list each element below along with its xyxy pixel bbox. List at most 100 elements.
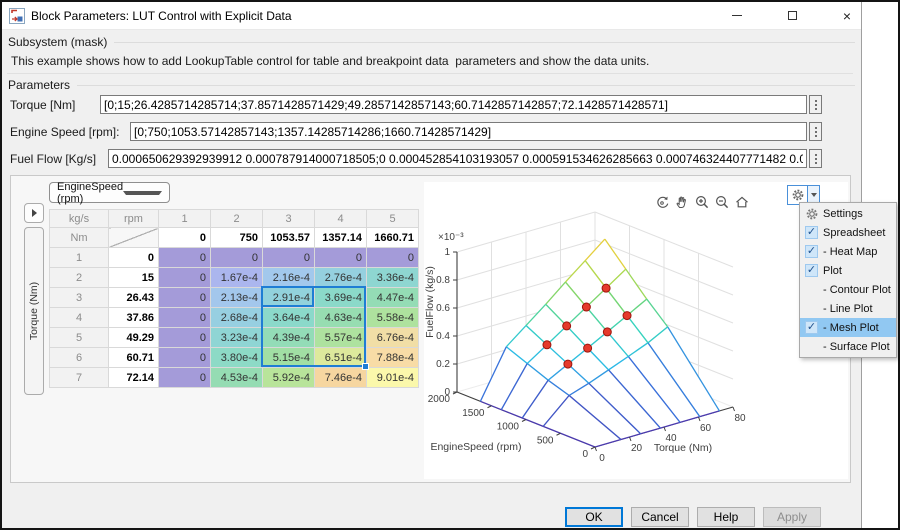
menu-item-line-plot[interactable]: - Line Plot bbox=[800, 299, 896, 318]
help-button[interactable]: Help bbox=[697, 507, 755, 527]
lut-value-cell[interactable]: 2.68e-4 bbox=[211, 308, 263, 328]
torque-axis-tab[interactable]: Torque (Nm) bbox=[24, 227, 44, 395]
lut-control-panel: Torque (Nm) EngineSpeed (rpm) kg/srpm123… bbox=[10, 175, 851, 483]
speed-breakpoint-cell[interactable]: 1357.14 bbox=[315, 228, 367, 248]
speed-breakpoint-cell[interactable]: 1053.57 bbox=[263, 228, 315, 248]
torque-breakpoint-cell[interactable]: 0 bbox=[109, 248, 159, 268]
menu-item-contour-plot[interactable]: - Contour Plot bbox=[800, 280, 896, 299]
fuel-flow-input[interactable] bbox=[108, 149, 807, 168]
torque-breakpoint-cell[interactable]: 60.71 bbox=[109, 348, 159, 368]
lut-value-cell[interactable]: 2.16e-4 bbox=[263, 268, 315, 288]
lut-value-cell[interactable]: 0 bbox=[211, 248, 263, 268]
menu-item-spreadsheet[interactable]: ✓Spreadsheet bbox=[800, 223, 896, 242]
menu-item-surface-plot[interactable]: - Surface Plot bbox=[800, 337, 896, 356]
speed-breakpoint-cell[interactable]: 0 bbox=[159, 228, 211, 248]
minimize-button[interactable] bbox=[721, 3, 753, 28]
lut-value-cell[interactable]: 0 bbox=[159, 348, 211, 368]
lut-value-cell[interactable]: 0 bbox=[263, 248, 315, 268]
lut-value-cell[interactable]: 0 bbox=[159, 288, 211, 308]
minimize-icon bbox=[732, 15, 742, 16]
pan-icon[interactable] bbox=[674, 194, 690, 215]
lut-value-cell[interactable]: 6.76e-4 bbox=[367, 328, 419, 348]
row-number-header[interactable]: 1 bbox=[50, 248, 109, 268]
engine-speed-edit-button[interactable] bbox=[809, 122, 822, 141]
column-number-header[interactable]: 2 bbox=[211, 210, 263, 228]
column-number-header[interactable]: 5 bbox=[367, 210, 419, 228]
column-axis-dropdown[interactable]: EngineSpeed (rpm) bbox=[49, 182, 170, 203]
settings-menu: Settings✓Spreadsheet✓- Heat Map✓Plot- Co… bbox=[799, 202, 897, 358]
lut-value-cell[interactable]: 0 bbox=[367, 248, 419, 268]
torque-input[interactable] bbox=[100, 95, 807, 114]
speed-breakpoint-cell[interactable]: 1660.71 bbox=[367, 228, 419, 248]
diagonal-corner-cell bbox=[109, 228, 159, 248]
row-number-header[interactable]: 4 bbox=[50, 308, 109, 328]
lut-value-cell[interactable]: 0 bbox=[159, 268, 211, 288]
lut-value-cell[interactable]: 5.58e-4 bbox=[367, 308, 419, 328]
lut-value-cell[interactable]: 5.92e-4 bbox=[263, 368, 315, 388]
lut-value-cell[interactable]: 5.57e-4 bbox=[315, 328, 367, 348]
lut-value-cell[interactable]: 0 bbox=[159, 248, 211, 268]
row-number-header[interactable]: 6 bbox=[50, 348, 109, 368]
torque-breakpoint-cell[interactable]: 26.43 bbox=[109, 288, 159, 308]
lut-value-cell[interactable]: 3.36e-4 bbox=[367, 268, 419, 288]
close-button[interactable]: × bbox=[831, 3, 863, 28]
zoom-out-icon[interactable] bbox=[714, 194, 730, 215]
lut-value-cell[interactable]: 3.23e-4 bbox=[211, 328, 263, 348]
rotate-3d-icon[interactable] bbox=[654, 194, 670, 215]
lut-value-cell[interactable]: 1.67e-4 bbox=[211, 268, 263, 288]
lut-value-cell[interactable]: 0 bbox=[315, 248, 367, 268]
menu-item-heat-map[interactable]: ✓- Heat Map bbox=[800, 242, 896, 261]
column-number-header[interactable]: 1 bbox=[159, 210, 211, 228]
lut-value-cell[interactable]: 2.91e-4 bbox=[263, 288, 315, 308]
home-icon[interactable] bbox=[734, 194, 750, 215]
lut-value-cell[interactable]: 3.64e-4 bbox=[263, 308, 315, 328]
speed-breakpoint-cell[interactable]: 750 bbox=[211, 228, 263, 248]
simulink-block-icon bbox=[9, 8, 25, 24]
lut-value-cell[interactable]: 4.63e-4 bbox=[315, 308, 367, 328]
column-number-header[interactable]: 4 bbox=[315, 210, 367, 228]
column-number-header[interactable]: 3 bbox=[263, 210, 315, 228]
menu-item-mesh-plot[interactable]: ✓- Mesh Plot bbox=[800, 318, 896, 337]
lut-value-cell[interactable]: 6.51e-4 bbox=[315, 348, 367, 368]
lut-value-cell[interactable]: 3.69e-4 bbox=[315, 288, 367, 308]
lut-value-cell[interactable]: 0 bbox=[159, 368, 211, 388]
lut-value-cell[interactable]: 4.53e-4 bbox=[211, 368, 263, 388]
lut-value-cell[interactable]: 3.80e-4 bbox=[211, 348, 263, 368]
lut-value-cell[interactable]: 5.15e-4 bbox=[263, 348, 315, 368]
cancel-button[interactable]: Cancel bbox=[631, 507, 689, 527]
ok-button[interactable]: OK bbox=[565, 507, 623, 527]
lut-value-cell[interactable]: 7.88e-4 bbox=[367, 348, 419, 368]
lut-value-cell[interactable]: 4.47e-4 bbox=[367, 288, 419, 308]
torque-breakpoint-cell[interactable]: 15 bbox=[109, 268, 159, 288]
torque-breakpoint-cell[interactable]: 37.86 bbox=[109, 308, 159, 328]
row-number-header[interactable]: 3 bbox=[50, 288, 109, 308]
lut-value-cell[interactable]: 9.01e-4 bbox=[367, 368, 419, 388]
row-number-header[interactable]: 5 bbox=[50, 328, 109, 348]
fuel-flow-edit-button[interactable] bbox=[809, 149, 822, 168]
torque-breakpoint-cell[interactable]: 49.29 bbox=[109, 328, 159, 348]
zoom-in-icon[interactable] bbox=[694, 194, 710, 215]
svg-text:0.8: 0.8 bbox=[436, 275, 450, 286]
row-number-header[interactable]: 2 bbox=[50, 268, 109, 288]
maximize-button[interactable] bbox=[776, 3, 808, 28]
gear-icon bbox=[800, 207, 823, 221]
menu-item-plot[interactable]: ✓Plot bbox=[800, 261, 896, 280]
row-number-header[interactable]: 7 bbox=[50, 368, 109, 388]
torque-edit-button[interactable] bbox=[809, 95, 822, 114]
check-zone: ✓ bbox=[800, 226, 823, 239]
lut-value-cell[interactable]: 4.39e-4 bbox=[263, 328, 315, 348]
mesh-plot[interactable]: 020406080050010001500200000.20.40.60.81T… bbox=[424, 182, 804, 480]
lut-value-cell[interactable]: 0 bbox=[159, 328, 211, 348]
lut-value-cell[interactable]: 7.46e-4 bbox=[315, 368, 367, 388]
torque-breakpoint-cell[interactable]: 72.14 bbox=[109, 368, 159, 388]
lut-value-cell[interactable]: 0 bbox=[159, 308, 211, 328]
selected-data-point-marker bbox=[563, 322, 571, 330]
lut-value-cell[interactable]: 2.13e-4 bbox=[211, 288, 263, 308]
breakpoints-expander-button[interactable] bbox=[24, 203, 44, 223]
menu-item-settings[interactable]: Settings bbox=[800, 204, 896, 223]
lut-value-cell[interactable]: 2.76e-4 bbox=[315, 268, 367, 288]
engine-speed-input[interactable] bbox=[130, 122, 807, 141]
menu-item-label: - Heat Map bbox=[823, 246, 877, 258]
plot-canvas[interactable]: 020406080050010001500200000.20.40.60.81T… bbox=[424, 182, 848, 479]
apply-button[interactable]: Apply bbox=[763, 507, 821, 527]
